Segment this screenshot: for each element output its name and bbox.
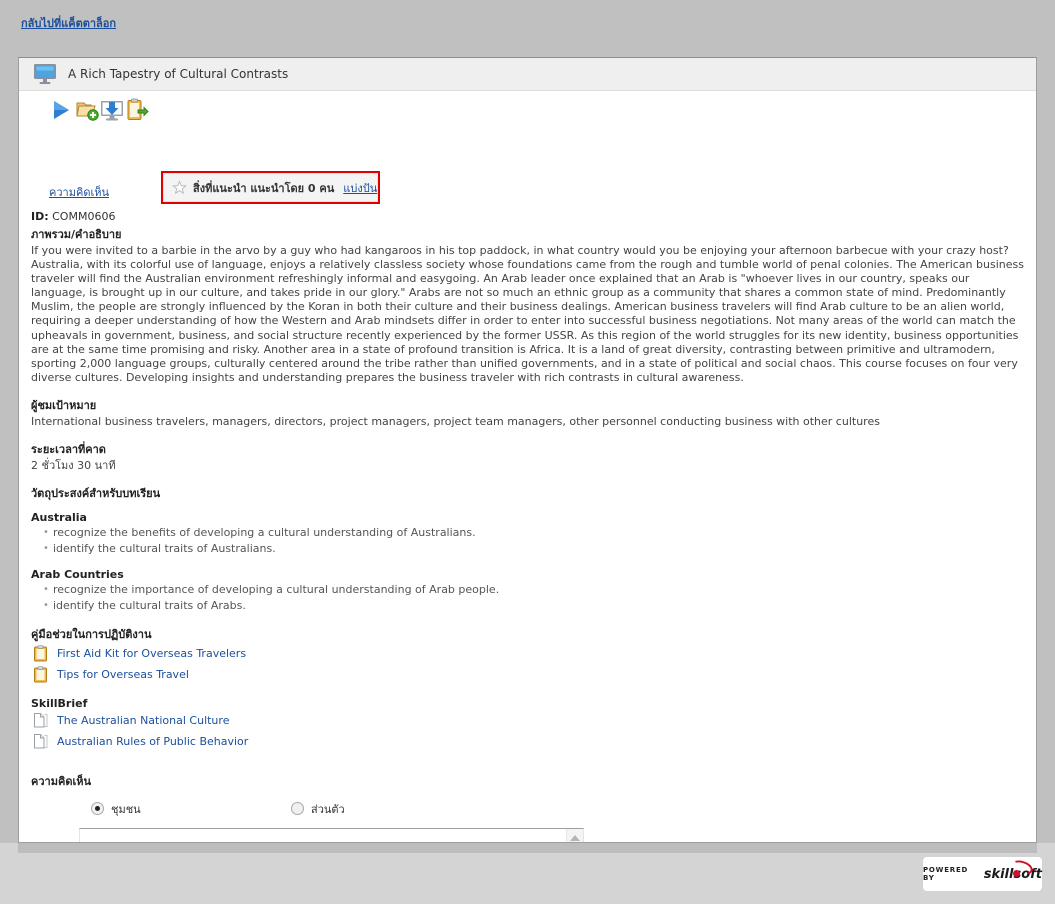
play-icon[interactable] <box>49 98 73 122</box>
back-to-catalog-link[interactable]: กลับไปที่แค็ตตาล็อก <box>21 14 116 32</box>
objective-list: recognize the importance of developing a… <box>31 582 1026 614</box>
comment-input[interactable] <box>80 828 566 842</box>
monitor-icon <box>33 63 57 85</box>
page-root: กลับไปที่แค็ตตาล็อก A Rich Tapestry of C… <box>0 0 1055 904</box>
comment-form-heading: ความคิดเห็น <box>31 774 91 788</box>
download-to-desktop-icon[interactable] <box>100 98 124 122</box>
audience-heading: ผู้ชมเป้าหมาย <box>31 398 97 412</box>
objective-list: recognize the benefits of developing a c… <box>31 525 1026 557</box>
objective-item: recognize the importance of developing a… <box>43 582 1026 598</box>
job-aid-link[interactable]: First Aid Kit for Overseas Travelers <box>57 647 246 660</box>
skillbrief-link[interactable]: The Australian National Culture <box>57 714 229 727</box>
objective-group: Arab Countries recognize the importance … <box>31 568 1026 614</box>
course-panel: A Rich Tapestry of Cultural Contrasts คว… <box>18 57 1037 843</box>
radio-public[interactable] <box>91 802 104 816</box>
page-title: A Rich Tapestry of Cultural Contrasts <box>68 67 289 81</box>
course-id-value: COMM0606 <box>52 210 116 223</box>
radio-private-label: ส่วนตัว <box>311 802 345 816</box>
radio-private[interactable] <box>291 802 304 816</box>
action-toolbar <box>31 98 171 124</box>
objective-item: identify the cultural traits of Australi… <box>43 541 1026 557</box>
duration-heading: ระยะเวลาที่คาด <box>31 442 106 456</box>
footer-shadow-strip <box>18 843 1037 853</box>
document-icon <box>33 733 49 750</box>
overview-text: If you were invited to a barbie in the a… <box>31 244 1024 384</box>
job-aid-link[interactable]: Tips for Overseas Travel <box>57 668 189 681</box>
overview-heading: ภาพรวม/คำอธิบาย <box>31 228 122 241</box>
job-aid-row[interactable]: Tips for Overseas Travel <box>31 665 1026 684</box>
job-aid-row[interactable]: First Aid Kit for Overseas Travelers <box>31 644 1026 663</box>
objective-item: recognize the benefits of developing a c… <box>43 525 1026 541</box>
comment-visibility-option-public[interactable]: ชุมชน <box>91 800 141 818</box>
objective-group-title: Arab Countries <box>31 567 124 581</box>
brand-dot-icon <box>1012 869 1020 877</box>
top-band: กลับไปที่แค็ตตาล็อก <box>0 0 1055 57</box>
skillbrief-row[interactable]: Australian Rules of Public Behavior <box>31 732 1026 751</box>
objective-item: identify the cultural traits of Arabs. <box>43 598 1026 614</box>
clipboard-icon <box>33 666 49 683</box>
powered-by-label: POWERED BY <box>923 866 969 882</box>
objectives-heading: วัตถุประสงค์สำหรับบทเรียน <box>31 486 161 500</box>
objective-group: Australia recognize the benefits of deve… <box>31 511 1026 557</box>
panel-titlebar: A Rich Tapestry of Cultural Contrasts <box>19 58 1036 91</box>
add-to-folder-icon[interactable] <box>75 98 99 122</box>
radio-public-label: ชุมชน <box>111 802 141 816</box>
course-content: ID: COMM0606 ภาพรวม/คำอธิบาย If you were… <box>31 153 1026 842</box>
course-id-row: ID: COMM0606 <box>31 210 1026 223</box>
comment-visibility-options: ชุมชน ส่วนตัว <box>79 800 1026 820</box>
comment-scrollbar[interactable] <box>566 828 583 842</box>
skillsoft-logo: POWERED BY skillsoft <box>923 857 1042 891</box>
brand-label: skillsoft <box>984 857 1042 882</box>
scroll-up-icon[interactable] <box>570 834 580 841</box>
audience-text: International business travelers, manage… <box>31 414 880 428</box>
skillbrief-row[interactable]: The Australian National Culture <box>31 711 1026 730</box>
duration-value: 2 ชั่วโมง 30 นาที <box>31 458 116 472</box>
footer <box>0 843 1055 904</box>
objective-group-title: Australia <box>31 510 87 524</box>
document-icon <box>33 712 49 729</box>
assign-clipboard-icon[interactable] <box>125 98 149 122</box>
comment-textarea-wrapper <box>79 827 584 842</box>
job-aids-heading: คู่มือช่วยในการปฏิบัติงาน <box>31 627 152 641</box>
clipboard-icon <box>33 645 49 662</box>
skillbrief-link[interactable]: Australian Rules of Public Behavior <box>57 735 248 748</box>
comment-visibility-option-private[interactable]: ส่วนตัว <box>291 800 345 818</box>
course-id-label: ID: <box>31 210 49 223</box>
skillbrief-heading: SkillBrief <box>31 696 88 710</box>
